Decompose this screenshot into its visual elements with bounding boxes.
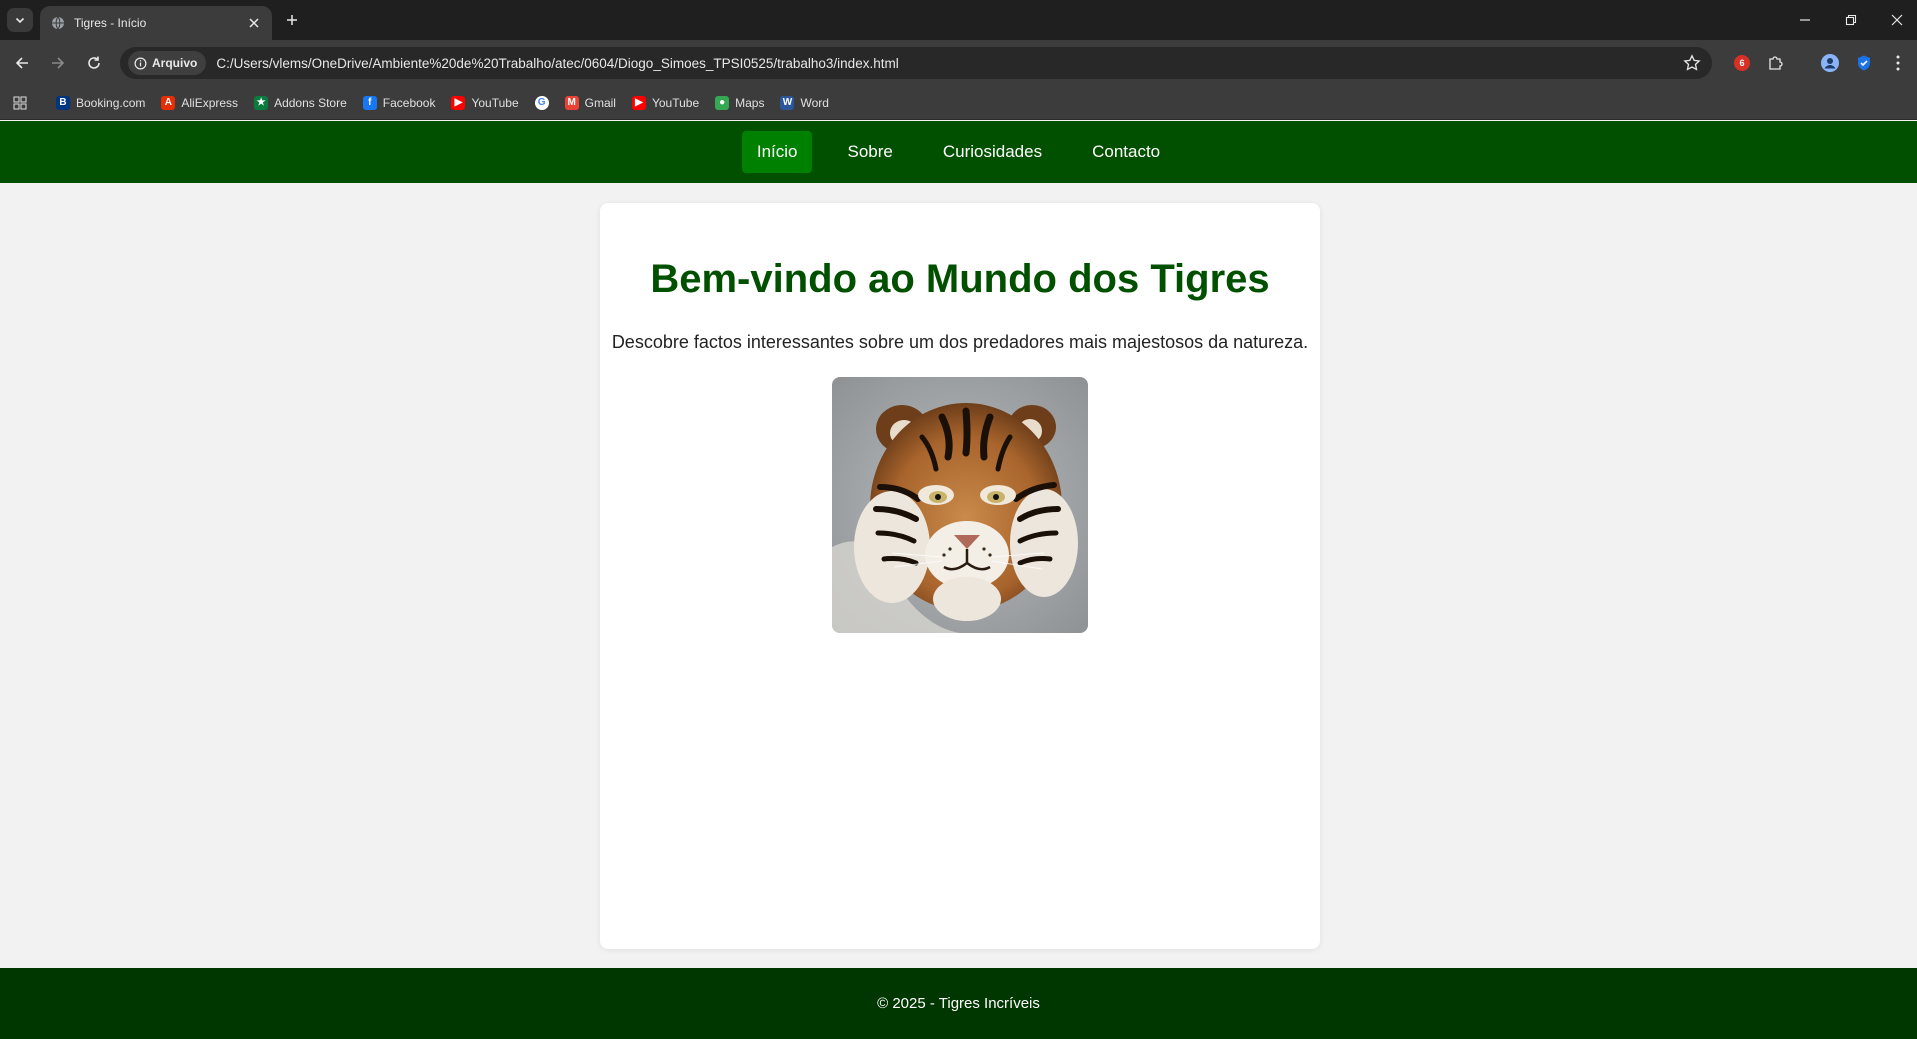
back-button[interactable] [8,49,36,77]
apps-button[interactable] [10,93,30,113]
site-navigation: Início Sobre Curiosidades Contacto [0,121,1917,183]
site-info-chip[interactable]: Arquivo [128,51,207,75]
more-vertical-icon [1896,55,1900,71]
site-info-label: Arquivo [152,56,198,70]
puzzle-icon [1769,56,1783,70]
plus-icon [287,15,297,25]
browser-tab[interactable]: Tigres - Início [40,6,272,40]
restore-button[interactable] [1836,8,1866,32]
bookmark-item[interactable]: ★ Addons Store [246,90,355,116]
bookmarks-bar: B Booking.com A AliExpress ★ Addons Store f Fac… [0,86,1917,120]
extension-badge-count: 6 [1739,58,1745,68]
url-text[interactable]: C:/Users/vlems/OneDrive/Ambiente%20de%20… [216,56,1678,71]
nav-link-contacto[interactable]: Contacto [1077,131,1175,173]
restore-icon [1845,14,1857,26]
shield-extension-button[interactable] [1850,49,1878,77]
star-icon [1683,54,1701,71]
close-icon [1891,14,1903,26]
nav-link-inicio[interactable]: Início [741,131,813,173]
bookmark-item[interactable]: G [527,90,557,116]
bookmark-item[interactable]: ▶ YouTube [624,90,707,116]
close-tab-icon[interactable] [246,15,262,31]
minimize-button[interactable] [1790,8,1820,32]
bookmark-label: Maps [735,95,765,110]
bookmark-item[interactable]: B Booking.com [48,90,153,116]
reload-button[interactable] [80,49,108,77]
info-icon [134,57,147,69]
bookmark-label: Gmail [584,95,616,110]
maps-icon: ● [715,95,730,110]
facebook-icon: f [362,95,377,110]
aliexpress-icon: A [161,95,176,110]
browser-tabstrip: Tigres - Início [0,0,1917,40]
bookmark-item[interactable]: W Word [772,90,836,116]
tab-search-button[interactable] [7,8,33,32]
bookmark-star-button[interactable] [1678,49,1706,77]
extension-badge-icon: 6 [1734,55,1750,71]
youtube-icon: ▶ [451,95,466,110]
bookmark-item[interactable]: ▶ YouTube [443,90,526,116]
chevron-down-icon [15,17,25,24]
bookmark-label: AliExpress [181,95,239,110]
google-icon: G [534,95,549,110]
tiger-image [832,377,1088,633]
site-footer: © 2025 - Tigres Incríveis [0,968,1917,1039]
arrow-right-icon [52,57,65,69]
gmail-icon: M [564,95,579,110]
bookmark-item[interactable]: A AliExpress [153,90,246,116]
web-page: Início Sobre Curiosidades Contacto Bem-v… [0,121,1917,1039]
minimize-icon [1800,19,1810,21]
address-bar[interactable]: Arquivo C:/Users/vlems/OneDrive/Ambiente… [120,47,1712,79]
nav-link-sobre[interactable]: Sobre [832,131,907,173]
browser-toolbar: Arquivo C:/Users/vlems/OneDrive/Ambiente… [0,40,1917,86]
avatar-icon [1821,54,1839,72]
footer-text: © 2025 - Tigres Incríveis [877,995,1040,1012]
nav-link-curiosidades[interactable]: Curiosidades [928,131,1057,173]
extensions-button[interactable] [1762,49,1790,77]
tab-title: Tigres - Início [74,16,147,30]
content-card: Bem-vindo ao Mundo dos Tigres Descobre f… [600,203,1320,949]
bookmark-label: Addons Store [274,95,347,110]
shield-check-icon [1858,55,1870,71]
globe-icon [50,15,66,31]
bookmark-item[interactable]: ● Maps [707,90,772,116]
page-title: Bem-vindo ao Mundo dos Tigres [650,257,1270,301]
addons-store-icon: ★ [254,95,269,110]
new-tab-button[interactable] [282,10,302,30]
bookmark-label: Booking.com [76,95,146,110]
extension-badge-button[interactable]: 6 [1728,49,1756,77]
browser-menu-button[interactable] [1884,49,1912,77]
youtube-icon: ▶ [631,95,646,110]
bookmark-item[interactable]: M Gmail [557,90,624,116]
booking-icon: B [56,95,70,110]
bookmark-item[interactable]: f Facebook [355,90,444,116]
bookmark-label: Word [800,95,829,110]
bookmark-label: YouTube [471,95,519,110]
bookmark-label: YouTube [651,95,700,110]
arrow-left-icon [15,57,28,69]
reload-icon [88,56,100,69]
intro-text: Descobre factos interessantes sobre um d… [611,332,1309,352]
bookmark-label: Facebook [382,95,436,110]
profile-button[interactable] [1816,49,1844,77]
word-icon: W [780,95,795,110]
forward-button[interactable] [44,49,72,77]
apps-grid-icon [13,96,27,109]
close-window-button[interactable] [1882,8,1912,32]
